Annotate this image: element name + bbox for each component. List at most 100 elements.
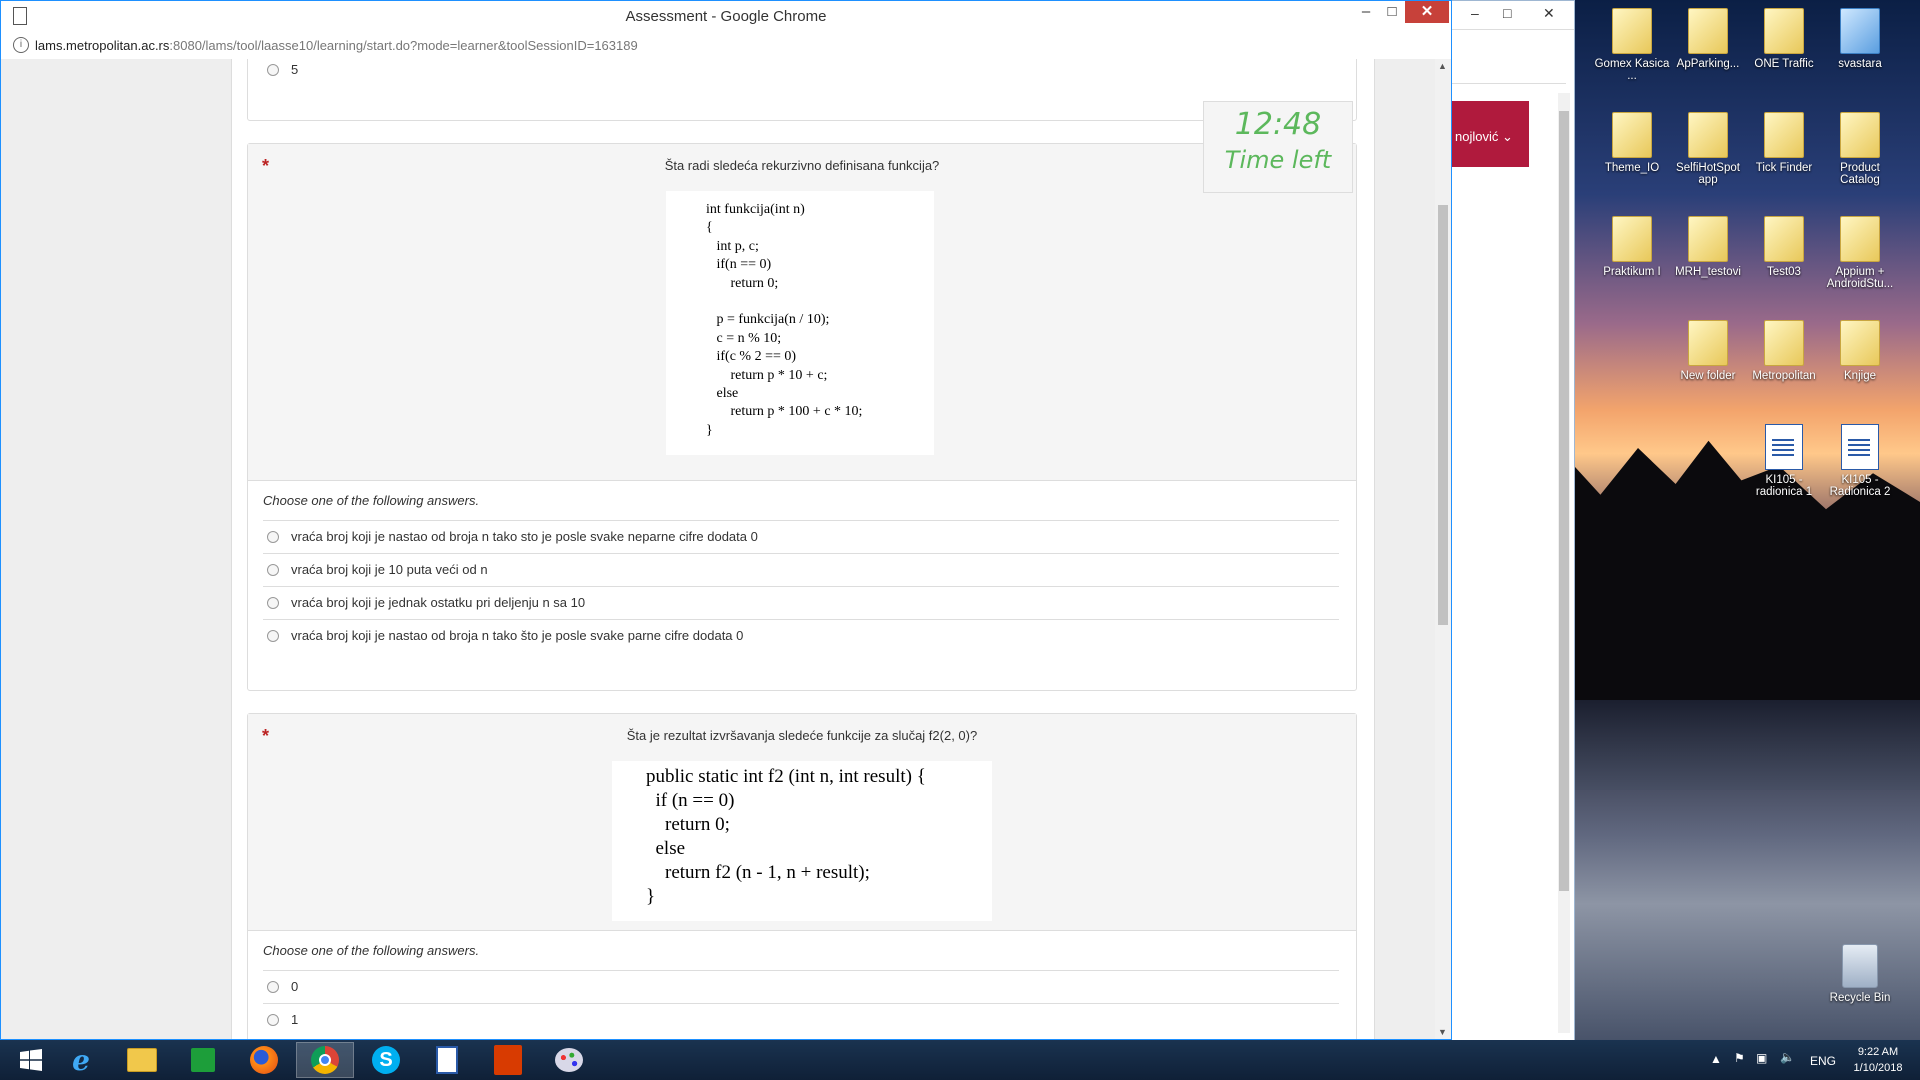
- desktop-icon-label: Test03: [1767, 266, 1801, 278]
- scrollbar-thumb[interactable]: [1438, 205, 1448, 625]
- answer-label: vraća broj koji je 10 puta veći od n: [291, 562, 488, 577]
- document-icon: [436, 1046, 458, 1074]
- url-text[interactable]: lams.metropolitan.ac.rs:8080/lams/tool/l…: [35, 38, 638, 53]
- required-star-icon: *: [262, 726, 270, 746]
- radio-button[interactable]: [267, 531, 279, 543]
- language-indicator[interactable]: ENG: [1810, 1054, 1836, 1068]
- answer-option[interactable]: vraća broj koji je nastao od broja n tak…: [263, 520, 1339, 553]
- desktop-icon[interactable]: MRH_testovi: [1670, 216, 1746, 278]
- question-header: * Šta je rezultat izvršavanja sledeće fu…: [248, 714, 1356, 931]
- store-taskbar-button[interactable]: [174, 1042, 232, 1078]
- bg-address-bar[interactable]: [1441, 57, 1566, 84]
- desktop-icon[interactable]: SelfiHotSpot app: [1670, 112, 1746, 186]
- drive-icon: [1840, 8, 1880, 54]
- scroll-up-arrow-icon[interactable]: ▲: [1438, 61, 1447, 71]
- desktop-icon-label: svastara: [1838, 58, 1882, 70]
- recycle-bin-icon: [1842, 944, 1878, 988]
- desktop-icon[interactable]: Test03: [1746, 216, 1822, 278]
- question-text: Šta je rezultat izvršavanja sledeće funk…: [626, 728, 978, 743]
- radio-button[interactable]: [267, 64, 279, 76]
- answer-option[interactable]: vraća broj koji je nastao od broja n tak…: [263, 619, 1339, 652]
- folder-icon: [1764, 8, 1804, 54]
- skype-taskbar-button[interactable]: S: [357, 1042, 415, 1078]
- clock-time: 9:22 AM: [1857, 1046, 1899, 1058]
- desktop-icon[interactable]: svastara: [1822, 8, 1898, 70]
- desktop-icon[interactable]: ONE Traffic: [1746, 8, 1822, 70]
- desktop-icon-label: Gomex Kasica ...: [1594, 58, 1670, 82]
- desktop-icon[interactable]: Recycle Bin: [1822, 944, 1898, 1004]
- desktop-icon[interactable]: Theme_IO: [1594, 112, 1670, 174]
- timer-label: Time left: [1224, 146, 1332, 174]
- network-icon[interactable]: ▣: [1756, 1051, 1767, 1065]
- desktop-icon[interactable]: Metropolitan: [1746, 320, 1822, 382]
- bg-user-menu[interactable]: nojlović ⌄: [1449, 101, 1529, 167]
- show-hidden-icons-icon[interactable]: ▲: [1710, 1052, 1722, 1066]
- action-center-flag-icon[interactable]: ⚑: [1734, 1051, 1745, 1065]
- desktop-icon-label: Praktikum I: [1603, 266, 1661, 278]
- firefox-icon: [250, 1046, 278, 1074]
- desktop-icon[interactable]: Gomex Kasica ...: [1594, 8, 1670, 82]
- desktop-icon[interactable]: Tick Finder: [1746, 112, 1822, 174]
- folder-icon: [1688, 320, 1728, 366]
- radio-button[interactable]: [267, 597, 279, 609]
- page-viewport: 5 * Šta radi sledeća rekurzivno definisa…: [1, 59, 1437, 1039]
- chrome-window: Assessment - Google Chrome – □ ✕ i lams.…: [0, 0, 1452, 1040]
- radio-button[interactable]: [267, 1014, 279, 1026]
- radio-button[interactable]: [267, 981, 279, 993]
- answer-label: vraća broj koji je jednak ostatku pri de…: [291, 595, 586, 610]
- bg-minimize-button[interactable]: –: [1471, 5, 1479, 21]
- volume-icon[interactable]: 🔈: [1780, 1050, 1795, 1064]
- chrome-taskbar-button[interactable]: [296, 1042, 354, 1078]
- address-bar[interactable]: i lams.metropolitan.ac.rs:8080/lams/tool…: [1, 31, 1451, 60]
- desktop-icon[interactable]: Praktikum I: [1594, 216, 1670, 278]
- desktop-icon[interactable]: KI105 - Radionica 2: [1822, 424, 1898, 498]
- question-code-image: public static int f2 (int n, int result)…: [612, 761, 992, 921]
- question-panel-2: * Šta je rezultat izvršavanja sledeće fu…: [247, 713, 1357, 1039]
- desktop-icon-label: Tick Finder: [1755, 162, 1813, 174]
- choose-instruction: Choose one of the following answers.: [263, 943, 480, 958]
- answer-option[interactable]: 5: [263, 59, 1339, 86]
- office-taskbar-button[interactable]: [479, 1042, 537, 1078]
- desktop-icon-label: Theme_IO: [1604, 162, 1660, 174]
- answer-option[interactable]: 1: [263, 1003, 1339, 1036]
- internet-explorer-taskbar-button[interactable]: e: [52, 1042, 110, 1078]
- answer-label: 0: [291, 979, 299, 994]
- scroll-down-arrow-icon[interactable]: ▼: [1438, 1027, 1447, 1037]
- desktop-icon[interactable]: Product Catalog: [1822, 112, 1898, 186]
- desktop-icon[interactable]: Knjige: [1822, 320, 1898, 382]
- desktop-icon[interactable]: KI105 - radionica 1: [1746, 424, 1822, 498]
- answer-option[interactable]: vraća broj koji je 10 puta veći od n: [263, 553, 1339, 586]
- desktop-icon[interactable]: Appium + AndroidStu...: [1822, 216, 1898, 290]
- bg-scrollbar-thumb[interactable]: [1559, 111, 1569, 891]
- radio-button[interactable]: [267, 564, 279, 576]
- desktop-icon-label: ONE Traffic: [1754, 58, 1814, 70]
- folder-icon: [1688, 112, 1728, 158]
- answer-label: 5: [291, 62, 299, 77]
- document-viewer-taskbar-button[interactable]: [418, 1042, 476, 1078]
- close-button[interactable]: ✕: [1405, 1, 1449, 23]
- desktop-icon[interactable]: ApParking...: [1670, 8, 1746, 70]
- desktop-icon[interactable]: New folder: [1670, 320, 1746, 382]
- answer-option[interactable]: 0: [263, 970, 1339, 1003]
- bg-maximize-button[interactable]: □: [1503, 5, 1511, 21]
- taskbar-clock[interactable]: 9:22 AM 1/10/2018: [1840, 1044, 1916, 1076]
- answer-label: 1: [291, 1012, 299, 1027]
- titlebar: Assessment - Google Chrome – □ ✕: [1, 1, 1451, 31]
- info-icon[interactable]: i: [13, 37, 29, 53]
- bg-close-button[interactable]: ✕: [1543, 5, 1555, 22]
- answer-label: vraća broj koji je nastao od broja n tak…: [291, 628, 744, 643]
- answer-option[interactable]: vraća broj koji je jednak ostatku pri de…: [263, 586, 1339, 619]
- paint-taskbar-button[interactable]: [540, 1042, 598, 1078]
- store-icon: [191, 1048, 215, 1072]
- firefox-taskbar-button[interactable]: [235, 1042, 293, 1078]
- background-chrome-window[interactable]: – □ ✕ nojlović ⌄: [1440, 0, 1575, 1042]
- question-panel-1: * Šta radi sledeća rekurzivno definisana…: [247, 143, 1357, 691]
- folder-icon: [1764, 320, 1804, 366]
- radio-button[interactable]: [267, 630, 279, 642]
- desktop-icon-label: Knjige: [1844, 370, 1876, 382]
- desktop-icon-label: KI105 - radionica 1: [1755, 474, 1813, 498]
- page-scrollbar[interactable]: ▲ ▼: [1435, 59, 1451, 1039]
- file-explorer-taskbar-button[interactable]: [113, 1042, 171, 1078]
- previous-question-panel: 5: [247, 59, 1357, 121]
- maximize-button[interactable]: □: [1377, 1, 1407, 23]
